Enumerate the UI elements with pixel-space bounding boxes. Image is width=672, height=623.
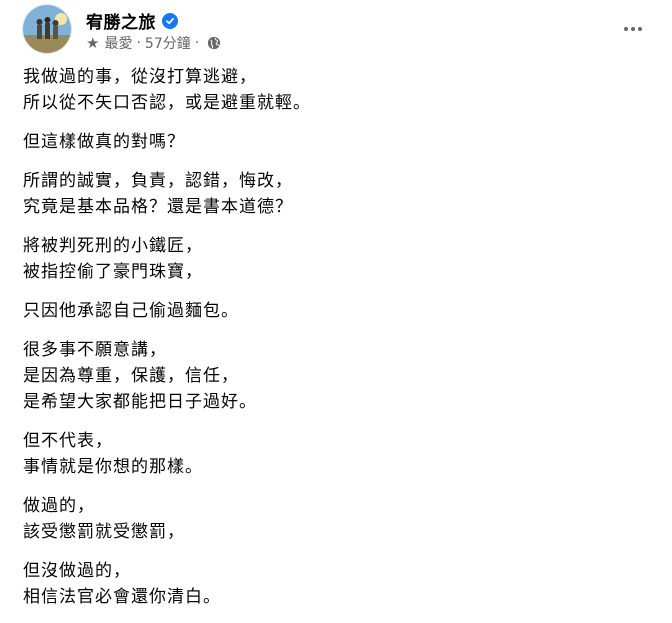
post-text-line: 所以從不矢口否認，或是避重就輕。 [23,93,311,113]
post-text-line: 是希望大家都能把日子過好。 [23,392,257,412]
post-text-line: 但不代表， [23,431,113,451]
post-text-line: 做過的， [23,496,95,516]
meta-separator: · [194,35,200,51]
post-header: 宥勝之旅 ★ 最愛 · 57分鐘 · [22,4,656,56]
post-paragraph: 所謂的誠實，負責，認錯，悔改， 究竟是基本品格？還是書本道德？ [23,168,652,220]
post-text-line: 很多事不願意講， [23,340,167,360]
post-text-line: 究竟是基本品格？還是書本道德？ [23,197,293,217]
avatar-image [23,5,71,53]
post-text: 我做過的事，從沒打算逃避， 所以從不矢口否認，或是避重就輕。 但這樣做真的對嗎？ 所謂… [23,64,652,623]
post-paragraph: 很多事不願意講， 是因為尊重，保護，信任， 是希望大家都能把日子過好。 [23,337,652,415]
globe-icon[interactable] [207,36,221,50]
post-text-line: 是因為尊重，保護，信任， [23,366,239,386]
post-meta: ★ 最愛 · 57分鐘 · [86,33,221,53]
post-text-line: 將被判死刑的小鐵匠， [23,236,203,256]
post-text-line: 但沒做過的， [23,561,131,581]
post-paragraph: 但沒做過的， 相信法官必會還你清白。 [23,558,652,610]
verified-badge-icon [162,12,178,29]
name-row: 宥勝之旅 [86,8,178,33]
post-text-line: 相信法官必會還你清白。 [23,587,221,607]
post-text-line: 事情就是你想的那樣。 [23,457,203,477]
post-text-line: 被指控偷了豪門珠寶， [23,262,203,282]
meta-separator: · [136,35,141,51]
post-paragraph: 將被判死刑的小鐵匠， 被指控偷了豪門珠寶， [23,233,652,285]
post-text-line: 但這樣做真的對嗎？ [23,132,185,152]
more-options-icon[interactable] [616,14,650,44]
post-text-line: 該受懲罰就受懲罰， [23,522,185,542]
post-paragraph: 但這樣做真的對嗎？ [23,129,652,155]
facebook-post: 宥勝之旅 ★ 最愛 · 57分鐘 · 我做過的事，從沒打算逃避， 所以從不矢口否認… [0,0,672,611]
post-text-line: 我做過的事，從沒打算逃避， [23,67,257,87]
post-text-line: 只因他承認自己偷過麵包。 [23,301,239,321]
post-paragraph: 做過的， 該受懲罰就受懲罰， [23,493,652,545]
page-name[interactable]: 宥勝之旅 [86,8,156,33]
audience-label[interactable]: 最愛 [104,33,132,53]
star-icon: ★ [86,33,100,52]
post-paragraph: 我做過的事，從沒打算逃避， 所以從不矢口否認，或是避重就輕。 [23,64,652,116]
post-timestamp[interactable]: 57分鐘 [145,33,191,53]
post-paragraph: 只因他承認自己偷過麵包。 [23,298,652,324]
post-paragraph: 但不代表， 事情就是你想的那樣。 [23,428,652,480]
post-text-line: 所謂的誠實，負責，認錯，悔改， [23,171,293,191]
page-avatar[interactable] [22,4,72,54]
